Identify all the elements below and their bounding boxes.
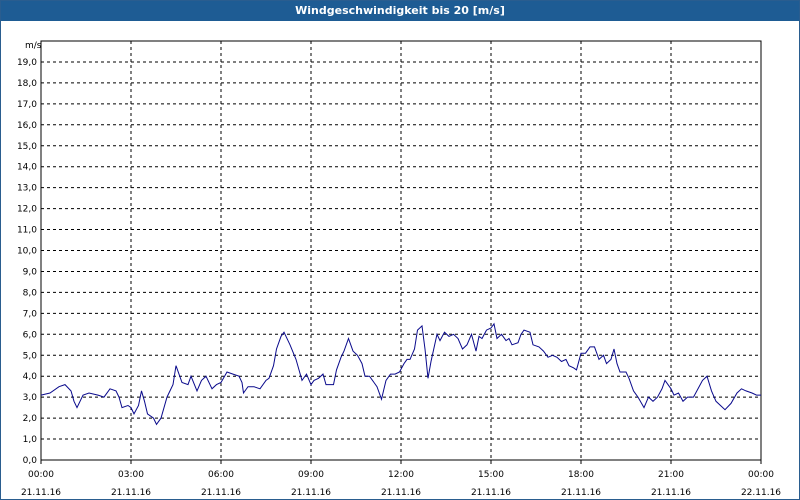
y-tick-label: 0,0 — [23, 456, 38, 466]
y-tick-label: 16,0 — [17, 121, 37, 131]
y-tick-label: 19,0 — [17, 58, 37, 68]
x-tick-time: 15:00 — [478, 470, 504, 480]
x-tick-time: 00:00 — [28, 470, 54, 480]
window-title: Windgeschwindigkeit bis 20 [m/s] — [1, 1, 799, 21]
y-tick-label: 17,0 — [17, 100, 37, 110]
x-tick-date: 21.11.16 — [381, 488, 421, 498]
grid-lines — [41, 41, 761, 460]
x-tick-time: 00:00 — [748, 470, 774, 480]
chart-window: Windgeschwindigkeit bis 20 [m/s] 0,0 1,0 2… — [0, 0, 800, 500]
y-tick-label: 6,0 — [23, 330, 38, 340]
y-tick-label: 13,0 — [17, 184, 37, 194]
x-tick-date: 21.11.16 — [111, 488, 151, 498]
x-tick-time: 18:00 — [568, 470, 594, 480]
x-tick-date: 21.11.16 — [201, 488, 241, 498]
x-tick-time: 09:00 — [298, 470, 324, 480]
x-tick-date: 21.11.16 — [291, 488, 331, 498]
x-axis-ticks: 00:00 21.11.16 03:00 21.11.16 06:00 21.11.16 0… — [21, 460, 781, 498]
x-tick-date: 21.11.16 — [21, 488, 61, 498]
x-tick-time: 21:00 — [658, 470, 684, 480]
y-axis-ticks: 0,0 1,0 2,0 3,0 4,0 5,0 6,0 7,0 8,0 9,0 10,0 11,0 12… — [17, 58, 37, 466]
y-tick-label: 2,0 — [23, 414, 38, 424]
y-tick-label: 18,0 — [17, 79, 37, 89]
y-tick-label: 10,0 — [17, 247, 37, 257]
y-tick-label: 1,0 — [23, 435, 38, 445]
y-tick-label: 9,0 — [23, 267, 38, 277]
x-tick-time: 06:00 — [208, 470, 234, 480]
y-tick-label: 3,0 — [23, 393, 38, 403]
y-tick-label: 5,0 — [23, 351, 38, 361]
x-tick-date: 22.11.16 — [741, 488, 781, 498]
x-tick-date: 21.11.16 — [471, 488, 511, 498]
y-tick-label: 8,0 — [23, 288, 38, 298]
y-tick-label: 7,0 — [23, 309, 38, 319]
x-tick-time: 03:00 — [118, 470, 144, 480]
y-tick-label: 11,0 — [17, 226, 37, 236]
y-tick-label: 12,0 — [17, 205, 37, 215]
wind-speed-chart: 0,0 1,0 2,0 3,0 4,0 5,0 6,0 7,0 8,0 9,0 10,0 11,0 12… — [17, 40, 781, 498]
x-tick-date: 21.11.16 — [651, 488, 691, 498]
y-tick-label: 15,0 — [17, 142, 37, 152]
y-tick-label: 4,0 — [23, 372, 38, 382]
y-tick-label: 14,0 — [17, 163, 37, 173]
y-axis-label: m/s — [25, 41, 42, 51]
x-tick-date: 21.11.16 — [561, 488, 601, 498]
x-tick-time: 12:00 — [388, 470, 414, 480]
